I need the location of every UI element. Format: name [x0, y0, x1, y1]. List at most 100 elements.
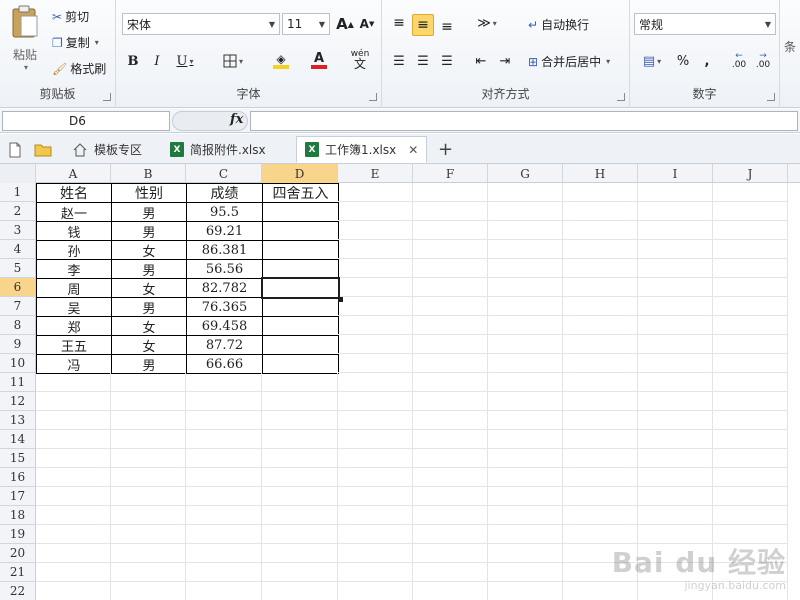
cell-c5[interactable]: 56.56	[186, 259, 263, 279]
cell-h16[interactable]	[563, 468, 638, 487]
cell-c4[interactable]: 86.381	[186, 240, 263, 260]
cell-f15[interactable]	[413, 449, 488, 468]
cell-d10[interactable]	[262, 354, 339, 374]
column-header-d[interactable]: D	[262, 164, 338, 183]
column-header-b[interactable]: B	[111, 164, 186, 183]
cell-b13[interactable]	[111, 411, 186, 430]
cell-c12[interactable]	[186, 392, 262, 411]
row-header-12[interactable]: 12	[0, 392, 36, 411]
cell-g5[interactable]	[488, 259, 563, 278]
cell-g13[interactable]	[488, 411, 563, 430]
cell-a22[interactable]	[36, 582, 111, 600]
cell-e7[interactable]	[338, 297, 413, 316]
cell-a7[interactable]: 吴	[36, 297, 112, 317]
cell-h14[interactable]	[563, 430, 638, 449]
cell-g22[interactable]	[488, 582, 563, 600]
row-header-3[interactable]: 3	[0, 221, 36, 240]
cell-i9[interactable]	[638, 335, 713, 354]
cell-b14[interactable]	[111, 430, 186, 449]
wrap-text-button[interactable]: ↵ 自动换行	[528, 16, 589, 33]
cell-b21[interactable]	[111, 563, 186, 582]
font-size-combo[interactable]: 11 ▼	[282, 13, 330, 35]
fill-color-button[interactable]: ◈	[264, 50, 298, 72]
cell-h10[interactable]	[563, 354, 638, 373]
name-box[interactable]: D6	[2, 111, 170, 131]
cell-e14[interactable]	[338, 430, 413, 449]
cell-i5[interactable]	[638, 259, 713, 278]
cell-e15[interactable]	[338, 449, 413, 468]
cell-d2[interactable]	[262, 202, 339, 222]
cell-d12[interactable]	[262, 392, 338, 411]
formula-input[interactable]	[250, 111, 798, 131]
decrease-decimal-button[interactable]: → .00	[752, 50, 774, 72]
cell-h9[interactable]	[563, 335, 638, 354]
cell-j17[interactable]	[713, 487, 788, 506]
cell-h5[interactable]	[563, 259, 638, 278]
cell-f12[interactable]	[413, 392, 488, 411]
grow-font-button[interactable]: A ▲	[334, 13, 356, 35]
cell-e19[interactable]	[338, 525, 413, 544]
column-header-h[interactable]: H	[563, 164, 638, 183]
cell-j10[interactable]	[713, 354, 788, 373]
cell-a14[interactable]	[36, 430, 111, 449]
cell-c15[interactable]	[186, 449, 262, 468]
select-all-corner[interactable]	[0, 164, 36, 183]
cell-d6[interactable]	[262, 278, 339, 298]
cell-f11[interactable]	[413, 373, 488, 392]
cell-f7[interactable]	[413, 297, 488, 316]
cell-b8[interactable]: 女	[111, 316, 187, 336]
cell-d11[interactable]	[262, 373, 338, 392]
cell-a11[interactable]	[36, 373, 111, 392]
column-header-i[interactable]: I	[638, 164, 713, 183]
cell-e11[interactable]	[338, 373, 413, 392]
cell-f9[interactable]	[413, 335, 488, 354]
cell-e8[interactable]	[338, 316, 413, 335]
cell-c18[interactable]	[186, 506, 262, 525]
italic-button[interactable]: I	[146, 50, 168, 72]
open-folder-button[interactable]	[30, 136, 56, 163]
cell-d22[interactable]	[262, 582, 338, 600]
cell-i14[interactable]	[638, 430, 713, 449]
cell-b18[interactable]	[111, 506, 186, 525]
accounting-format-button[interactable]: ▤ ▾	[636, 50, 668, 72]
row-header-14[interactable]: 14	[0, 430, 36, 449]
cell-c11[interactable]	[186, 373, 262, 392]
cell-a20[interactable]	[36, 544, 111, 563]
cell-a9[interactable]: 王五	[36, 335, 112, 355]
cell-b20[interactable]	[111, 544, 186, 563]
column-header-j[interactable]: J	[713, 164, 788, 183]
column-header-c[interactable]: C	[186, 164, 262, 183]
cell-i3[interactable]	[638, 221, 713, 240]
cell-g1[interactable]	[488, 183, 563, 202]
cell-a10[interactable]: 冯	[36, 354, 112, 374]
font-launcher-icon[interactable]	[369, 93, 377, 101]
cell-a16[interactable]	[36, 468, 111, 487]
cell-a3[interactable]: 钱	[36, 221, 112, 241]
cell-e9[interactable]	[338, 335, 413, 354]
cell-e18[interactable]	[338, 506, 413, 525]
cell-d20[interactable]	[262, 544, 338, 563]
cell-d14[interactable]	[262, 430, 338, 449]
cell-d13[interactable]	[262, 411, 338, 430]
cell-f18[interactable]	[413, 506, 488, 525]
shrink-font-button[interactable]: A ▼	[356, 13, 378, 35]
cell-e4[interactable]	[338, 240, 413, 259]
cell-f14[interactable]	[413, 430, 488, 449]
cell-e13[interactable]	[338, 411, 413, 430]
cell-g6[interactable]	[488, 278, 563, 297]
cell-e3[interactable]	[338, 221, 413, 240]
cell-f20[interactable]	[413, 544, 488, 563]
row-header-6[interactable]: 6	[0, 278, 36, 297]
cell-a6[interactable]: 周	[36, 278, 112, 298]
format-painter-button[interactable]: 🖌 格式刷	[52, 60, 106, 77]
align-left-button[interactable]: ☰	[388, 50, 410, 72]
cell-c10[interactable]: 66.66	[186, 354, 263, 374]
cell-e12[interactable]	[338, 392, 413, 411]
cell-h4[interactable]	[563, 240, 638, 259]
alignment-launcher-icon[interactable]	[617, 93, 625, 101]
cell-c7[interactable]: 76.365	[186, 297, 263, 317]
cell-i6[interactable]	[638, 278, 713, 297]
cell-h12[interactable]	[563, 392, 638, 411]
align-right-button[interactable]: ☰	[436, 50, 458, 72]
row-header-9[interactable]: 9	[0, 335, 36, 354]
